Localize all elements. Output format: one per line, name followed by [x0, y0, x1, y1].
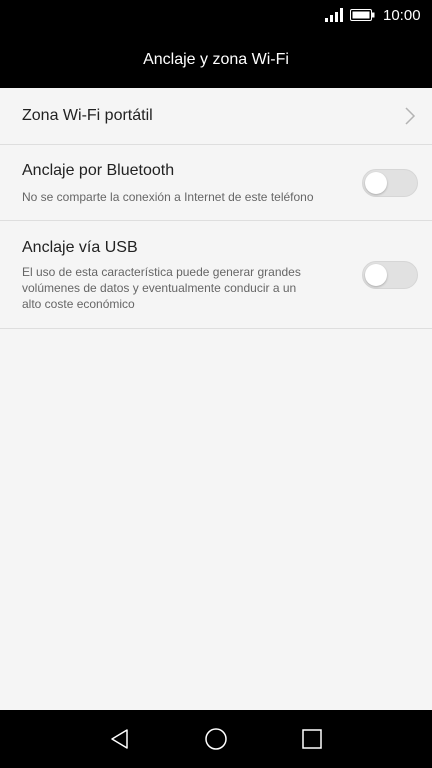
- setting-usb-tethering[interactable]: Anclaje vía USB El uso de esta caracterí…: [0, 221, 432, 329]
- page-title: Anclaje y zona Wi-Fi: [143, 51, 289, 68]
- setting-description-line: volúmenes de datos y eventualmente condu…: [22, 281, 297, 295]
- toggle-knob: [365, 264, 387, 286]
- battery-icon: [350, 9, 375, 21]
- setting-title: Zona Wi-Fi portátil: [22, 107, 153, 124]
- setting-portable-hotspot[interactable]: Zona Wi-Fi portátil: [0, 88, 432, 145]
- usb-tethering-toggle[interactable]: [362, 261, 418, 289]
- back-icon[interactable]: [108, 727, 132, 751]
- status-bar: 10:00: [0, 0, 432, 32]
- setting-description-line: El uso de esta característica puede gene…: [22, 265, 301, 279]
- toggle-knob: [365, 172, 387, 194]
- chevron-right-icon: [405, 107, 416, 125]
- home-icon[interactable]: [204, 727, 228, 751]
- setting-title: Anclaje por Bluetooth: [22, 162, 175, 179]
- recents-icon[interactable]: [300, 727, 324, 751]
- settings-list: Zona Wi-Fi portátil Anclaje por Bluetoot…: [0, 88, 432, 329]
- navigation-bar: [0, 710, 432, 768]
- setting-description: No se comparte la conexión a Internet de…: [22, 190, 314, 204]
- setting-description-line: alto coste económico: [22, 297, 135, 311]
- signal-icon: [325, 8, 343, 22]
- setting-title: Anclaje vía USB: [22, 239, 138, 256]
- status-time: 10:00: [383, 7, 421, 24]
- setting-bluetooth-tethering[interactable]: Anclaje por Bluetooth No se comparte la …: [0, 145, 432, 221]
- top-header: 10:00 Anclaje y zona Wi-Fi: [0, 0, 432, 88]
- bluetooth-tethering-toggle[interactable]: [362, 169, 418, 197]
